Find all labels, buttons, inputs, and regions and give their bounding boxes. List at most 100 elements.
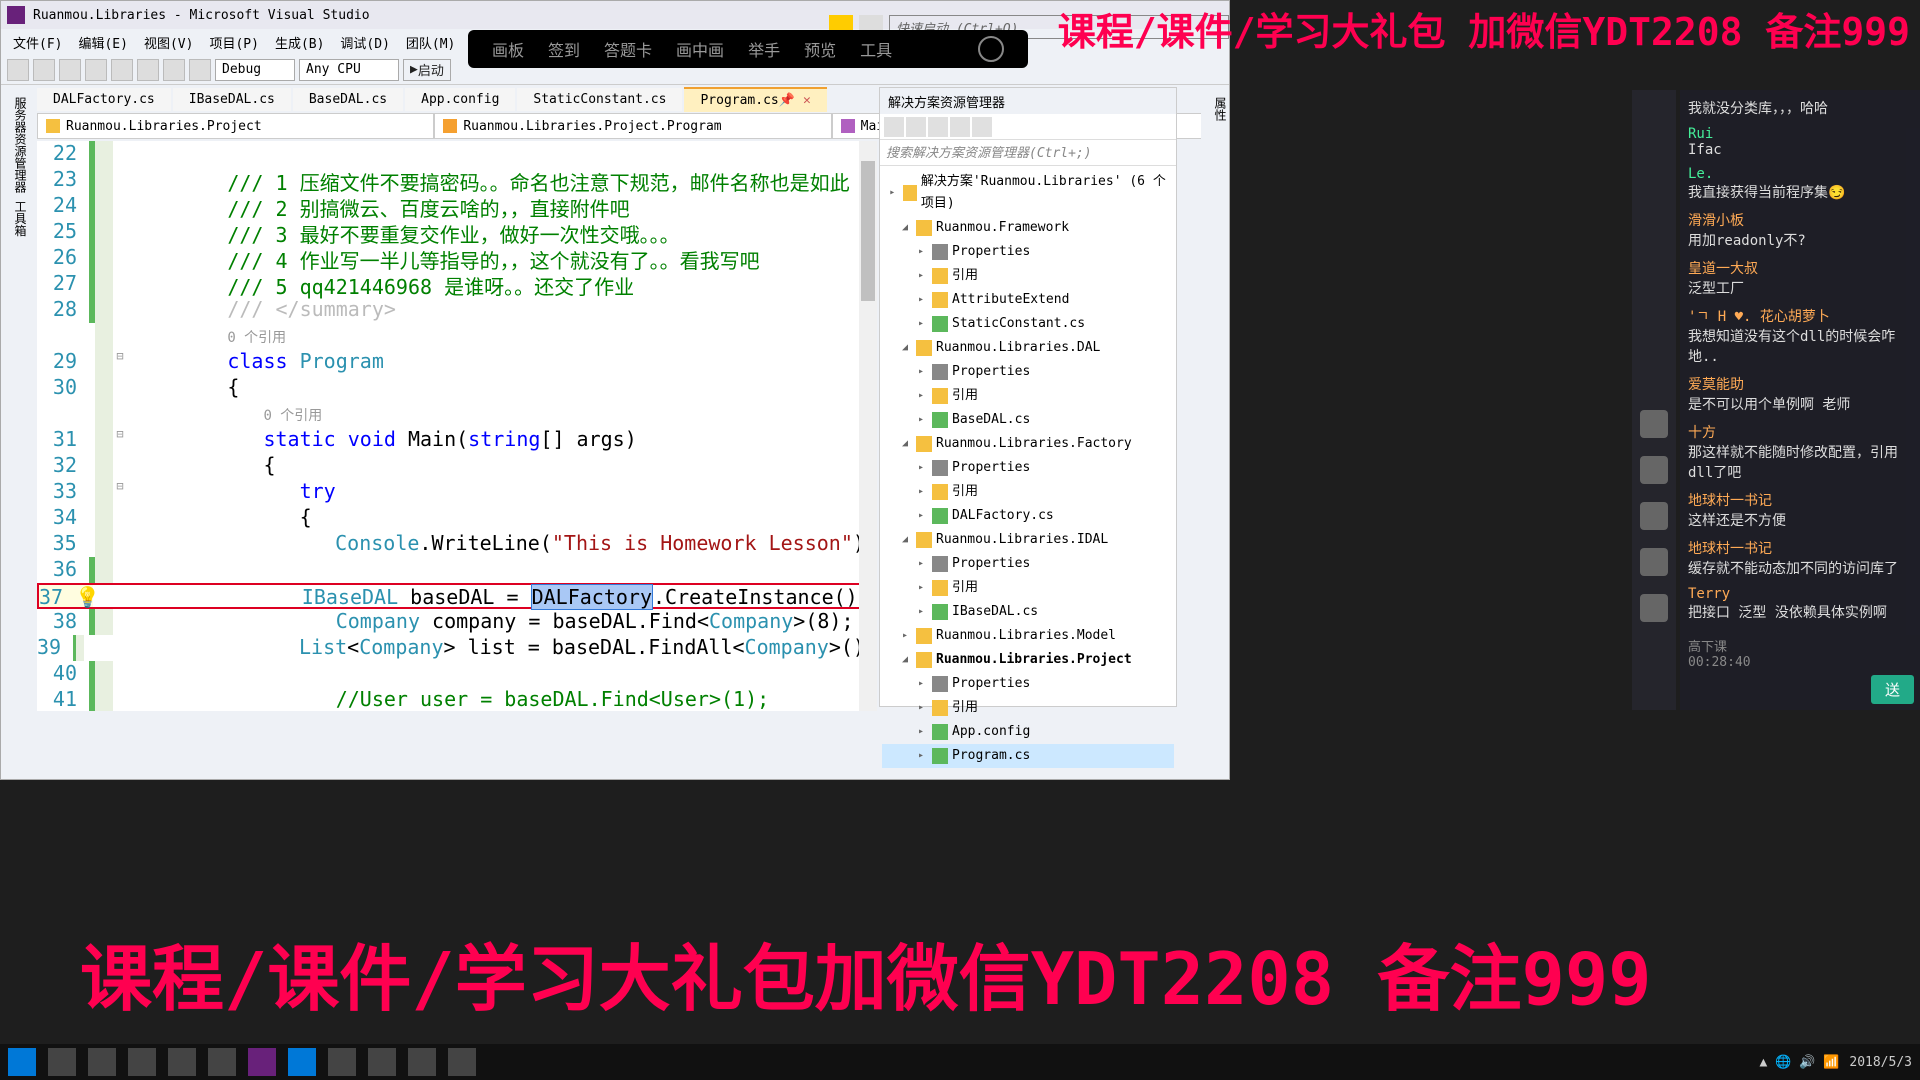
bb-pip[interactable]: 画中画 <box>676 37 724 61</box>
edge-icon[interactable] <box>288 1048 316 1076</box>
left-tool-strip[interactable]: 服务器资源管理器 工具箱 <box>1 87 29 707</box>
start-button-icon[interactable] <box>8 1048 36 1076</box>
tree-item[interactable]: ▸引用 <box>882 576 1174 600</box>
redo-button[interactable] <box>189 59 211 81</box>
tab-dalfactory[interactable]: DALFactory.cs <box>37 88 171 111</box>
tree-item[interactable]: ▸Properties <box>882 360 1174 384</box>
bb-hand[interactable]: 举手 <box>748 37 780 61</box>
class-status: 高下课 <box>1688 640 1727 655</box>
start-button[interactable]: ▶ 启动 <box>403 59 451 81</box>
chat-message: 地球村一书记这样还是不方便 <box>1688 490 1912 530</box>
menu-team[interactable]: 团队(M) <box>398 33 463 52</box>
pin-icon[interactable]: 📌 <box>779 93 795 108</box>
right-tool-strip[interactable]: 属性 <box>1201 87 1229 707</box>
tree-item[interactable]: ▸BaseDAL.cs <box>882 408 1174 432</box>
menu-project[interactable]: 项目(P) <box>201 33 266 52</box>
tree-item[interactable]: ▸Properties <box>882 240 1174 264</box>
mic-icon[interactable] <box>1640 410 1668 438</box>
tree-item[interactable]: ▸Ruanmou.Libraries.Model <box>882 624 1174 648</box>
chat-sidebar-icons <box>1632 90 1676 710</box>
tree-item[interactable]: ▸引用 <box>882 384 1174 408</box>
home-icon[interactable] <box>884 117 904 137</box>
tree-item[interactable]: ▸App.config <box>882 720 1174 744</box>
config-combo[interactable]: Debug <box>215 59 295 81</box>
tree-item[interactable]: ▸Program.cs <box>882 744 1174 768</box>
nav-fwd-button[interactable] <box>33 59 55 81</box>
code-editor[interactable]: 22 23 /// 1 压缩文件不要搞密码。。命名也注意下规范，邮件名称也是如此… <box>37 141 877 711</box>
streaming-toolbar: 画板 签到 答题卡 画中画 举手 预览 工具 <box>468 30 1028 68</box>
explorer-icon[interactable] <box>368 1048 396 1076</box>
bb-quiz[interactable]: 答题卡 <box>604 37 652 61</box>
menu-file[interactable]: 文件(F) <box>5 33 70 52</box>
platform-combo[interactable]: Any CPU <box>299 59 399 81</box>
tab-staticconstant[interactable]: StaticConstant.cs <box>517 88 682 111</box>
solution-tree[interactable]: ▸解决方案'Ruanmou.Libraries' (6 个项目) ◢Ruanmo… <box>880 166 1176 772</box>
tree-item[interactable]: ▸引用 <box>882 480 1174 504</box>
tree-item[interactable]: ▸Properties <box>882 456 1174 480</box>
props-icon[interactable] <box>972 117 992 137</box>
tree-item[interactable]: ▸引用 <box>882 264 1174 288</box>
open-button[interactable] <box>85 59 107 81</box>
clock-icon[interactable] <box>1640 594 1668 622</box>
taskview-icon[interactable] <box>88 1048 116 1076</box>
tree-item[interactable]: ▸IBaseDAL.cs <box>882 600 1174 624</box>
tree-item[interactable]: ▸DALFactory.cs <box>882 504 1174 528</box>
save-button[interactable] <box>111 59 133 81</box>
nav-back-button[interactable] <box>7 59 29 81</box>
tree-item[interactable]: ▸引用 <box>882 696 1174 720</box>
power-icon[interactable] <box>978 36 1004 62</box>
tree-item[interactable]: ◢Ruanmou.Libraries.Project <box>882 648 1174 672</box>
menu-edit[interactable]: 编辑(E) <box>70 33 135 52</box>
save-all-button[interactable] <box>137 59 159 81</box>
app-icon-4[interactable] <box>448 1048 476 1076</box>
menu-debug[interactable]: 调试(D) <box>332 33 397 52</box>
editor-scrollbar[interactable] <box>859 141 877 711</box>
mail-icon[interactable] <box>328 1048 356 1076</box>
bb-preview[interactable]: 预览 <box>804 37 836 61</box>
tab-appconfig[interactable]: App.config <box>405 88 515 111</box>
cortana-icon[interactable] <box>48 1048 76 1076</box>
context-project[interactable]: Ruanmou.Libraries.Project <box>37 113 434 139</box>
sync-icon[interactable] <box>906 117 926 137</box>
expand-icon[interactable] <box>1640 548 1668 576</box>
taskbar-date[interactable]: 2018/5/3 <box>1849 1055 1912 1070</box>
context-class[interactable]: Ruanmou.Libraries.Project.Program <box>434 113 831 139</box>
bb-signin[interactable]: 签到 <box>548 37 580 61</box>
vs-icon <box>7 6 25 24</box>
tab-program[interactable]: Program.cs📌✕ <box>684 87 826 112</box>
bb-tools[interactable]: 工具 <box>860 37 892 61</box>
tree-item[interactable]: ◢Ruanmou.Libraries.IDAL <box>882 528 1174 552</box>
bb-board[interactable]: 画板 <box>492 37 524 61</box>
tree-item[interactable]: ▸Properties <box>882 672 1174 696</box>
chat-message: Le.我直接获得当前程序集😏 <box>1688 166 1912 202</box>
app-icon-3[interactable] <box>408 1048 436 1076</box>
new-button[interactable] <box>59 59 81 81</box>
tree-item[interactable]: ◢Ruanmou.Libraries.Factory <box>882 432 1174 456</box>
collapse-icon[interactable] <box>950 117 970 137</box>
app-icon-1[interactable] <box>128 1048 156 1076</box>
vs-taskbar-icon[interactable] <box>248 1048 276 1076</box>
music-icon[interactable] <box>1640 502 1668 530</box>
speaker-icon[interactable] <box>1640 456 1668 484</box>
tree-item[interactable]: ◢Ruanmou.Framework <box>882 216 1174 240</box>
tab-basedal[interactable]: BaseDAL.cs <box>293 88 403 111</box>
refresh-icon[interactable] <box>928 117 948 137</box>
tree-item[interactable]: ▸AttributeExtend <box>882 288 1174 312</box>
tree-item[interactable]: ▸StaticConstant.cs <box>882 312 1174 336</box>
close-icon[interactable]: ✕ <box>803 93 811 108</box>
tree-item[interactable]: ▸Properties <box>882 552 1174 576</box>
timer: 00:28:40 <box>1688 655 1751 670</box>
solution-search-input[interactable]: 搜索解决方案资源管理器(Ctrl+;) <box>880 140 1176 166</box>
tray-icons[interactable]: ▲ 🌐 🔊 📶 <box>1760 1055 1840 1070</box>
undo-button[interactable] <box>163 59 185 81</box>
menu-build[interactable]: 生成(B) <box>267 33 332 52</box>
tab-ibasedal[interactable]: IBaseDAL.cs <box>173 88 291 111</box>
chat-message: RuiIfac <box>1688 126 1912 158</box>
app-icon-2[interactable] <box>208 1048 236 1076</box>
chat-message: 爱莫能助是不可以用个单例啊 老师 <box>1688 374 1912 414</box>
send-button[interactable]: 送 <box>1871 675 1914 704</box>
tree-item[interactable]: ◢Ruanmou.Libraries.DAL <box>882 336 1174 360</box>
solution-root[interactable]: ▸解决方案'Ruanmou.Libraries' (6 个项目) <box>882 170 1174 216</box>
chrome-icon[interactable] <box>168 1048 196 1076</box>
menu-view[interactable]: 视图(V) <box>136 33 201 52</box>
